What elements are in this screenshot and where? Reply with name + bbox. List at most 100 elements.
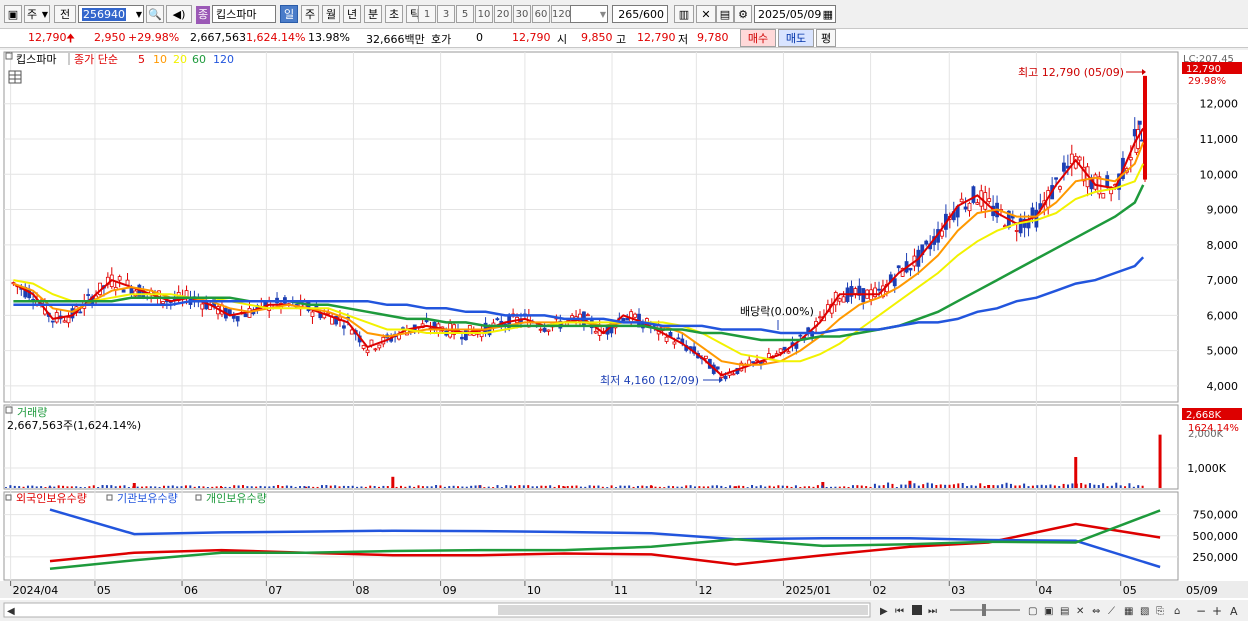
export-icon[interactable]: ⎘ [1156,606,1164,617]
zoom-slider-handle[interactable] [982,604,986,616]
zoom-in-icon[interactable]: + [1212,604,1222,618]
candle-body [1030,207,1035,216]
volume-filler-bar [478,485,481,488]
speaker-icon[interactable]: ◀) [166,5,192,23]
candle-body [731,373,736,376]
scroll-left-icon[interactable]: ◀ [7,606,15,617]
tick-button-3[interactable]: 10 [475,5,493,23]
volume-filler-bar [237,485,240,488]
stock-chart[interactable]: 4,000 5,000 6,000 7,000 8,000 9,000 10,000 11,0… [0,50,1248,621]
buy-button[interactable]: 매수 [740,29,776,47]
volume-axis: 1,000K [1187,462,1226,475]
home-icon[interactable]: ⌂ [1174,606,1180,617]
window-list-icon[interactable]: ▤ [1060,606,1069,617]
grid-icon[interactable]: ▦ [1124,606,1133,617]
tick-button-0[interactable]: 1 [418,5,436,23]
code-input[interactable]: 256940 ▼ [78,5,144,23]
gear-icon[interactable]: ⚙ [734,5,752,23]
volume-filler-bar [636,485,639,488]
scrollbar-thumb[interactable] [498,605,868,615]
tick-button-2[interactable]: 5 [456,5,474,23]
candle-body [633,313,637,318]
volume-filler-bar [158,486,161,488]
volume-filler-bar [724,487,727,488]
scroll-right-icon[interactable]: ▶ [880,606,888,617]
volume-filler-bar [632,486,635,488]
window-tile-icon[interactable]: ▣ [1044,606,1053,617]
volume-filler-bar [1045,485,1048,488]
crosshair-icon[interactable]: ✕ [1076,606,1084,617]
volume-filler-bar [1027,486,1030,488]
change-pct: +29.98% [128,31,180,44]
page-first-icon[interactable]: ⏮ [895,606,904,617]
eval-button[interactable]: 평 [816,29,836,47]
volume-filler-bar [935,484,938,488]
volume-filler-bar [895,487,898,488]
volume-tick-label: 1,000K [1187,462,1226,475]
date-input[interactable]: 2025/05/09 ▦ [754,5,836,23]
volume-filler-bar [421,486,424,488]
candle-body [963,206,968,210]
volume-filler-bar [619,485,622,488]
price-tick-label: 6,000 [1207,309,1239,322]
layout-icon[interactable]: ▣ [4,5,22,23]
period-button-4[interactable]: 분 [364,5,382,23]
search-icon[interactable]: 🔍 [146,5,164,23]
compare-select[interactable]: 전 [54,5,76,23]
volume-filler-bar [1005,482,1008,488]
tick-custom-input[interactable]: ▼ [570,5,608,23]
volume-filler-bar [887,482,890,488]
crosshair-icon[interactable]: ✕ [696,5,716,23]
period-button-3[interactable]: 년 [343,5,361,23]
zoom-out-icon[interactable]: − [1196,604,1206,618]
volume-filler-bar [250,486,253,488]
candle-body [704,355,708,359]
volume-filler-bar [707,486,710,488]
font-size-icon[interactable]: A [1230,605,1238,618]
candle-icon[interactable]: ▥ [674,5,694,23]
count-input[interactable]: 265/600 [612,5,668,23]
period-button-5[interactable]: 초 [385,5,403,23]
volume-filler-bar [198,486,201,488]
period-button-1[interactable]: 주 [301,5,319,23]
type-select[interactable]: 주 ▼ [24,5,50,23]
individual-legend: 개인보유수량 [206,492,267,505]
volume-filler-bar [522,485,525,488]
volume-filler-bar [1093,484,1096,488]
candle-body [1101,193,1106,199]
volume-filler-bar [961,482,964,488]
save-icon[interactable]: ▤ [716,5,734,23]
ma20-legend: 20 [173,53,187,66]
stop-icon[interactable] [912,605,922,615]
ruler-icon[interactable]: ⇔ [1092,606,1100,617]
volume-filler-bar [720,485,723,488]
volume-filler-bar [40,486,43,488]
window-icon[interactable]: ▢ [1028,606,1037,617]
volume-filler-bar [18,486,21,488]
volume-filler-bar [9,485,12,488]
candle-body [1077,156,1082,161]
volume-filler-bar [693,486,696,488]
candle-body [161,301,165,304]
volume-filler-bar [145,486,148,488]
tick-button-5[interactable]: 30 [513,5,531,23]
tick-button-4[interactable]: 20 [494,5,512,23]
tick-button-6[interactable]: 60 [532,5,550,23]
tick-button-1[interactable]: 3 [437,5,455,23]
period-button-2[interactable]: 월 [322,5,340,23]
sell-button[interactable]: 매도 [778,29,814,47]
volume-filler-bar [930,483,933,488]
page-last-icon[interactable]: ⏭ [928,606,937,617]
period-button-0[interactable]: 일 [280,5,298,23]
price-tick-label: 9,000 [1207,204,1239,217]
draw-icon[interactable]: ⟋ [1108,606,1115,617]
volume-filler-bar [1040,484,1043,488]
stock-name-field[interactable]: 킵스파마 [212,5,276,23]
candle-body [50,320,55,323]
volume-filler-bar [663,487,666,488]
volume-filler-bar [31,485,34,488]
volume-filler-bar [426,486,429,488]
layers-icon[interactable]: ▧ [1140,606,1149,617]
volume-filler-bar [1014,485,1017,488]
tick-button-7[interactable]: 120 [551,5,571,23]
